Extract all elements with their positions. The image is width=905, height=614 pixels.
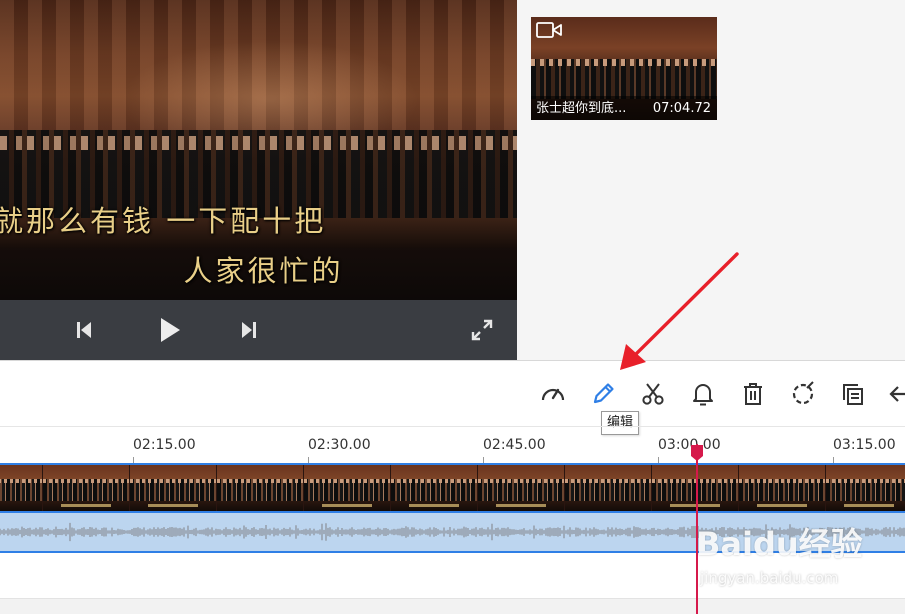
crop-button[interactable] xyxy=(787,378,819,410)
scissors-icon xyxy=(642,383,664,405)
player-controls xyxy=(0,300,517,360)
clip-name: 张士超你到底... xyxy=(536,101,627,116)
choir-heads xyxy=(0,136,517,150)
cut-button[interactable] xyxy=(637,378,669,410)
bell-icon xyxy=(693,384,713,406)
waveform-path xyxy=(0,522,905,542)
audio-track[interactable] xyxy=(0,513,905,553)
tick-label: 02:30.00 xyxy=(308,437,371,453)
video-camera-icon xyxy=(536,22,562,38)
speed-button[interactable] xyxy=(537,378,569,410)
playhead-line xyxy=(696,444,698,614)
track-frame xyxy=(217,465,304,511)
track-frame xyxy=(391,465,478,511)
next-icon xyxy=(242,322,256,338)
trash-icon xyxy=(744,383,762,405)
empty-track-area xyxy=(0,598,905,614)
edit-button[interactable] xyxy=(587,378,619,410)
fullscreen-icon xyxy=(471,319,493,341)
clip-duration: 07:04.72 xyxy=(652,101,711,116)
media-clip-thumbnail[interactable]: 张士超你到底... 07:04.72 xyxy=(531,17,717,120)
playhead-handle[interactable] xyxy=(690,444,704,462)
track-frame xyxy=(0,465,43,511)
play-icon xyxy=(161,318,180,342)
marker-button[interactable] xyxy=(687,378,719,410)
track-frame xyxy=(739,465,826,511)
fullscreen-button[interactable] xyxy=(466,314,498,346)
subtitle-line-2: 人家很忙的 xyxy=(183,254,344,288)
track-frame xyxy=(43,465,130,511)
copy-icon xyxy=(843,384,863,405)
audio-waveform xyxy=(0,522,905,542)
edit-icon xyxy=(593,383,614,404)
crop-icon xyxy=(792,381,814,405)
track-frame xyxy=(304,465,391,511)
track-frame xyxy=(826,465,905,511)
track-frame xyxy=(478,465,565,511)
thumbnail-caption-bar: 张士超你到底... 07:04.72 xyxy=(531,96,717,120)
tick-label: 02:15.00 xyxy=(133,437,196,453)
video-frame: 就那么有钱 一下配十把 人家很忙的 xyxy=(0,0,517,300)
track-frame xyxy=(565,465,652,511)
speed-icon xyxy=(541,388,565,401)
delete-button[interactable] xyxy=(737,378,769,410)
tick-label: 03:15.00 xyxy=(833,437,896,453)
track-frame xyxy=(130,465,217,511)
video-editor: 就那么有钱 一下配十把 人家很忙的 张士超你到底... 07:04.72 编辑 … xyxy=(0,0,905,614)
previous-button[interactable] xyxy=(68,314,100,346)
play-button[interactable] xyxy=(151,312,187,348)
back-icon xyxy=(889,386,905,402)
timeline-ruler[interactable]: 02:15.00 02:30.00 02:45.00 03:00.00 03:1… xyxy=(0,426,905,464)
tick-label: 02:45.00 xyxy=(483,437,546,453)
video-track[interactable] xyxy=(0,463,905,513)
subtitle-line-1: 就那么有钱 一下配十把 xyxy=(0,204,327,238)
thumbnail-heads xyxy=(531,59,717,66)
back-button[interactable] xyxy=(884,378,905,410)
video-preview[interactable]: 就那么有钱 一下配十把 人家很忙的 xyxy=(0,0,517,360)
previous-icon xyxy=(77,322,91,338)
next-button[interactable] xyxy=(233,314,265,346)
copy-button[interactable] xyxy=(837,378,869,410)
